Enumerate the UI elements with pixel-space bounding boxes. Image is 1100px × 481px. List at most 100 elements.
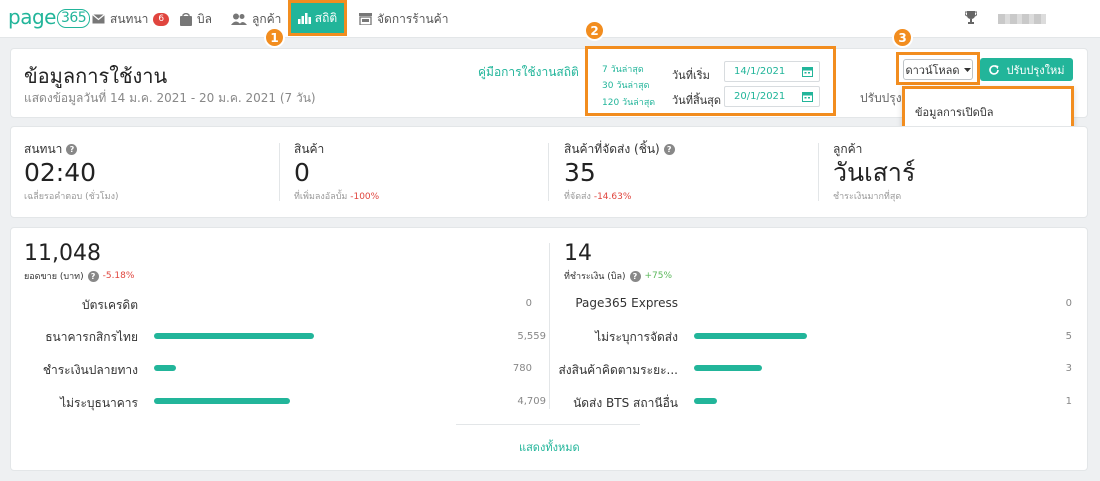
user-name-blurred[interactable] [998,14,1046,24]
bills-total: 14 [564,241,592,266]
stat-shipped-label: สินค้าที่จัดส่ง (ชิ้น) [564,141,660,156]
sales-total-label: ยอดขาย (บาท) [24,272,84,282]
stat-shipped-value: 35 [564,158,596,187]
start-date-input[interactable]: 14/1/2021 [724,61,820,82]
page365-logo[interactable]: page 365 [8,5,91,29]
end-date-input[interactable]: 20/1/2021 [724,86,820,107]
bar-chart-icon [297,12,311,24]
stat-customers: ลูกค้า วันเสาร์ ชำระเงินมากที่สุด [833,141,915,203]
stat-customers-sub: ชำระเงินมากที่สุด [833,192,902,202]
stat-products-value: 0 [294,158,310,187]
sales-row-label: ชำระเงินปลายทาง [42,363,138,377]
stat-products: สินค้า 0 ที่เพิ่มลงอัลบั้ม -100% [294,141,379,203]
callout-2: 2 [584,20,605,41]
nav-item-customers[interactable]: ลูกค้า [231,10,281,28]
bills-row-label: นัดส่ง BTS สถานีอื่น [573,396,678,410]
calendar-icon [802,67,813,77]
stat-customers-value: วันเสาร์ [833,158,916,187]
end-date-value: 20/1/2021 [734,91,786,102]
stat-divider [279,143,280,201]
download-label: ดาวน์โหลด [905,63,960,77]
chat-unread-badge: 6 [153,12,170,26]
sales-row-value: 0 [525,298,532,309]
caret-down-icon [963,67,971,72]
quick-range-120-days[interactable]: 120 วันล่าสุด [602,95,655,109]
refresh-button[interactable]: ปรับปรุงใหม่ [980,58,1073,81]
top-navbar: page 365 สนทนา 6 บิล ลูกค้า สถิติ จัดการร… [0,0,1100,38]
nav-item-statistics[interactable]: สถิติ [288,0,347,36]
bills-row-value: 5 [1065,331,1072,342]
sales-row-label: ธนาคารกสิกรไทย [45,330,138,344]
sales-row-value: 4,709 [517,396,546,407]
stat-products-delta: -100% [350,192,380,202]
sales-divider [549,243,550,409]
mail-icon [92,14,105,24]
stat-divider [548,143,549,201]
download-button[interactable]: ดาวน์โหลด [903,59,973,80]
sales-total-caption: ยอดขาย (บาท) ? -5.18% [24,269,134,283]
start-date-value: 14/1/2021 [734,66,786,77]
help-icon[interactable]: ? [629,270,641,282]
bills-row-label: ส่งสินค้าคิดตามระยะ... [558,363,678,377]
nav-item-store-settings[interactable]: จัดการร้านค้า [359,10,448,28]
nav-item-bills[interactable]: บิล [180,10,212,28]
nav-item-chat[interactable]: สนทนา 6 [92,10,170,28]
bills-bar [694,333,807,339]
nav-bills-label: บิล [197,11,212,26]
help-icon[interactable]: ? [87,270,99,282]
sales-row-label: บัตรเครดิต [81,298,138,312]
start-date-label: วันที่เริ่ม [672,69,710,82]
help-icon[interactable]: ? [66,143,78,155]
show-all-link[interactable]: แสดงทั้งหมด [519,438,580,456]
bills-row-value: 1 [1065,396,1072,407]
download-highlight: ดาวน์โหลด [896,52,980,85]
date-range-picker: 7 วันล่าสุด 30 วันล่าสุด 120 วันล่าสุด ว… [585,46,836,116]
callout-3: 3 [892,27,913,48]
sales-bar [154,398,290,404]
users-icon [231,13,247,25]
sales-total: 11,048 [24,241,101,266]
bills-row-label: ไม่ระบุการจัดส่ง [595,330,678,344]
date-range-subtitle: แสดงข้อมูลวันที่ 14 ม.ค. 2021 - 20 ม.ค. … [24,91,316,105]
bills-bar [694,365,762,371]
quick-range-30-days[interactable]: 30 วันล่าสุด [602,78,649,92]
bills-row-value: 0 [1065,298,1072,309]
store-icon [359,13,372,25]
stat-shipped-delta: -14.63% [593,192,632,202]
sales-row-label: ไม่ระบุธนาคาร [60,396,138,410]
bills-total-label: ที่ชำระเงิน (บิล) [564,272,626,282]
stat-shipped-sub: ที่จัดส่ง [564,192,591,202]
sales-total-delta: -5.18% [102,271,135,281]
nav-chat-label: สนทนา [110,11,149,26]
bills-bar [694,398,717,404]
end-date-label: วันที่สิ้นสุด [672,94,722,107]
nav-statistics-label: สถิติ [314,10,338,25]
stats-card [10,126,1088,218]
sales-bar [154,333,314,339]
sales-row-value: 5,559 [517,331,546,342]
stat-chat-label: สนทนา [24,141,63,156]
stat-products-label: สินค้า [294,141,325,156]
dropdown-item-bill-data[interactable]: ข้อมูลการเปิดบิล [915,103,993,121]
stat-chat-sub: เฉลี่ยรอคำตอบ (ชั่วโมง) [24,192,119,202]
refresh-label: ปรับปรุงใหม่ [1006,63,1065,77]
nav-customers-label: ลูกค้า [252,11,282,26]
stat-products-sub: ที่เพิ่มลงอัลบั้ม [294,192,348,202]
bag-icon [180,12,192,26]
bills-total-caption: ที่ชำระเงิน (บิล) ? +75% [564,269,672,283]
adjust-text: ปรับปรุง [860,91,902,105]
page-title: ข้อมูลการใช้งาน [24,64,168,88]
sales-bar [154,365,177,371]
refresh-icon [989,64,1000,75]
stat-chat-value: 02:40 [24,158,97,187]
nav-store-label: จัดการร้านค้า [377,11,449,26]
trophy-icon[interactable] [965,11,977,24]
statistics-guide-link[interactable]: คู่มือการใช้งานสถิติ [478,63,579,82]
bills-row-value: 3 [1065,363,1072,374]
quick-range-7-days[interactable]: 7 วันล่าสุด [602,62,644,76]
help-icon[interactable]: ? [663,143,675,155]
stat-customers-label: ลูกค้า [833,141,863,156]
stat-chat: สนทนา? 02:40 เฉลี่ยรอคำตอบ (ชั่วโมง) [24,141,118,203]
sales-row-value: 780 [512,363,532,374]
show-all-divider [456,424,640,425]
